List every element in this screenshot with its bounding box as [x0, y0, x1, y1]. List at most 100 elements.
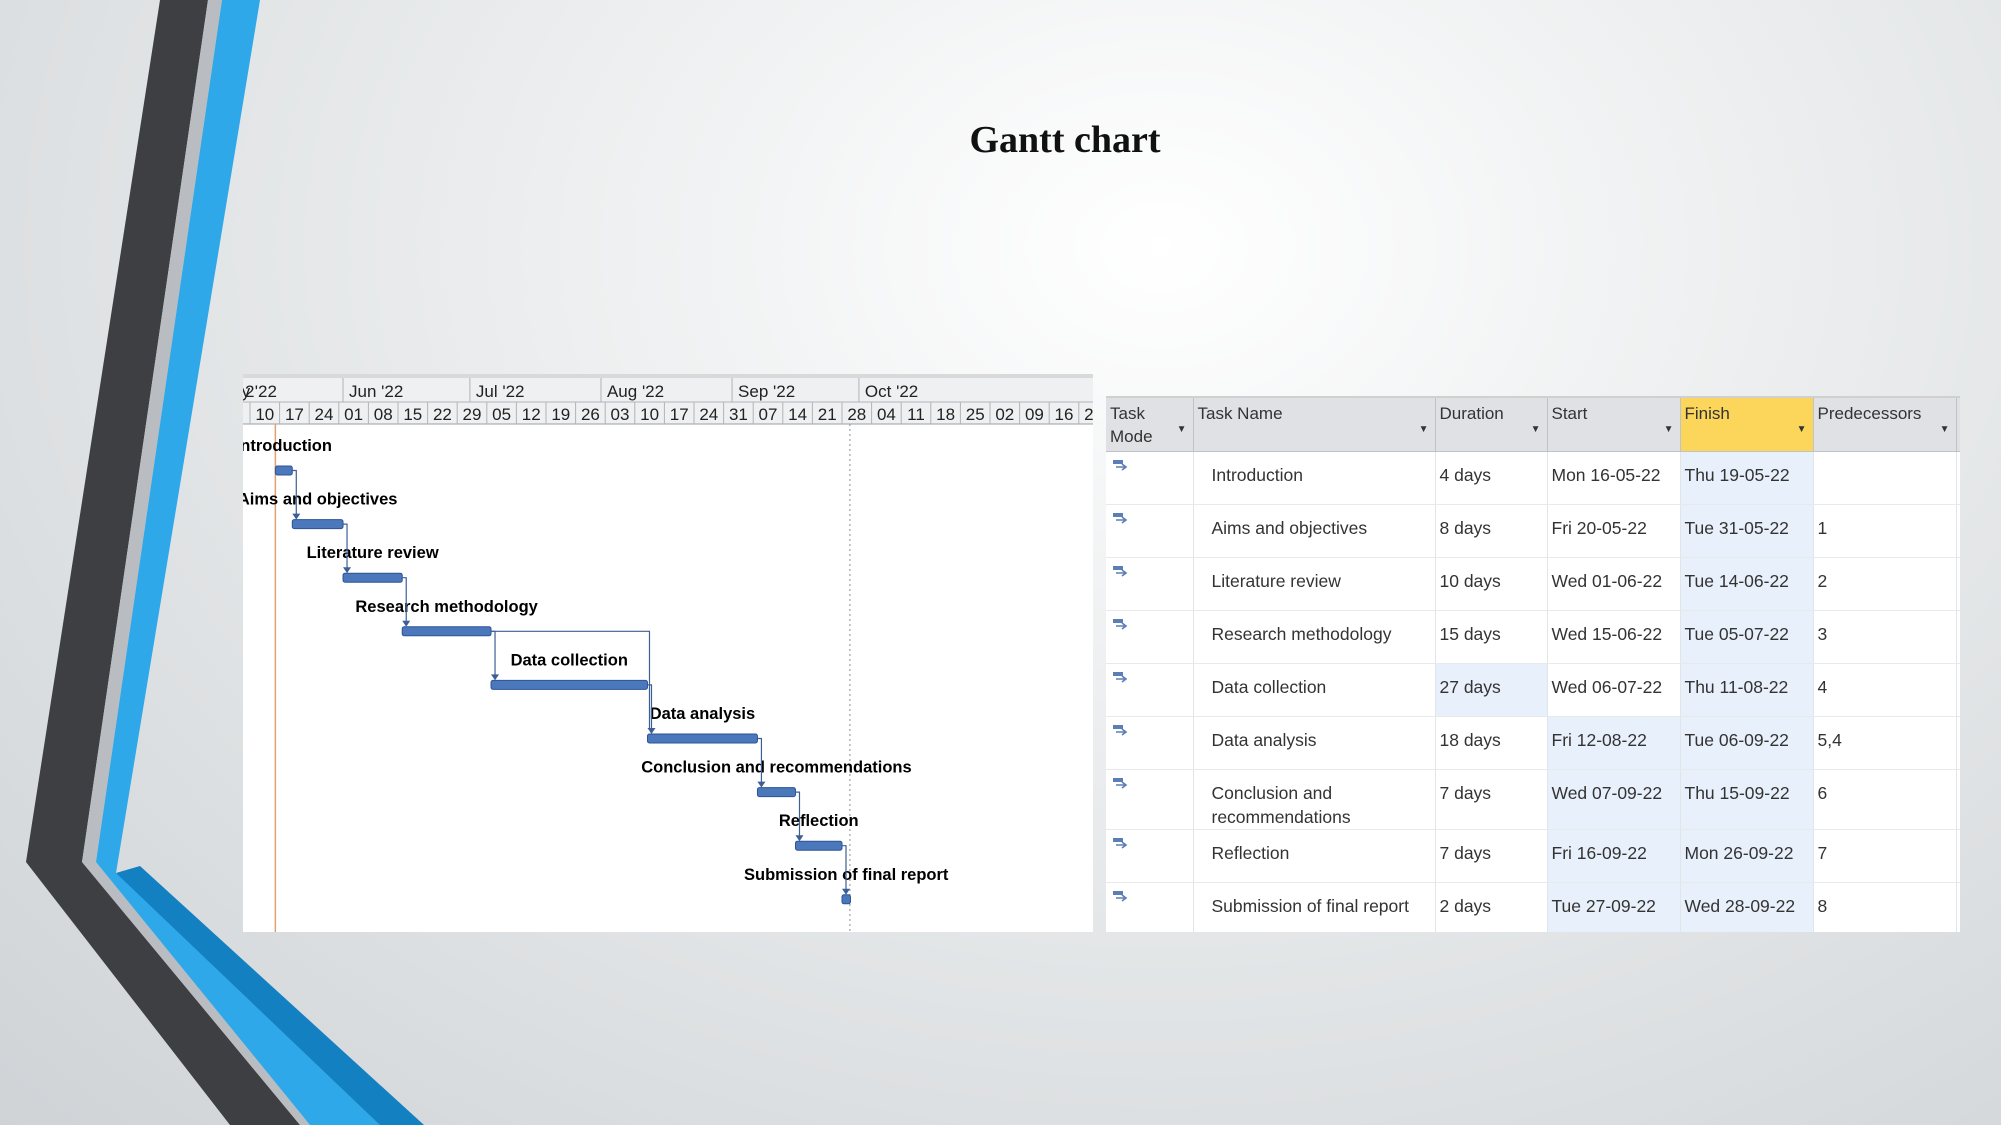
col-header-duration[interactable]: Duration ▼ [1435, 398, 1548, 452]
week-tick-label: 11 [907, 405, 925, 424]
task-name-cell[interactable]: Literature review [1193, 557, 1436, 611]
chevron-down-icon[interactable]: ▼ [1664, 418, 1674, 441]
duration-cell[interactable]: 7 days [1435, 769, 1548, 830]
task-mode-cell[interactable] [1106, 663, 1194, 717]
duration-cell[interactable]: 10 days [1435, 557, 1548, 611]
finish-cell[interactable]: Thu 19-05-22 [1680, 451, 1814, 505]
predecessors-cell[interactable]: 3 [1813, 610, 1957, 664]
start-cell[interactable]: Wed 06-07-22 [1547, 663, 1681, 717]
predecessors-cell[interactable]: 7 [1813, 829, 1957, 883]
task-name-cell[interactable]: Aims and objectives [1193, 504, 1436, 558]
task-label: Aims and objectives [243, 491, 397, 509]
predecessors-cell[interactable]: 6 [1813, 769, 1957, 830]
finish-cell[interactable]: Mon 26-09-22 [1680, 829, 1814, 883]
start-cell[interactable]: Wed 01-06-22 [1547, 557, 1681, 611]
task-name-cell[interactable]: Conclusion and recommendations [1193, 769, 1436, 830]
task-mode-cell[interactable] [1106, 451, 1194, 505]
chevron-down-icon[interactable]: ▼ [1940, 418, 1950, 441]
next-cell[interactable] [1956, 610, 1960, 664]
predecessors-cell[interactable]: 8 [1813, 882, 1957, 932]
predecessors-text: 2 [1817, 570, 1828, 591]
table-row[interactable]: Reflection 7 days Fri 16-09-22 Mon 26-09-22… [1106, 829, 1960, 883]
next-cell[interactable] [1956, 557, 1960, 611]
task-name-cell[interactable]: Data collection [1193, 663, 1436, 717]
col-header-next[interactable] [1956, 398, 1960, 452]
task-name-cell[interactable]: Submission of final report [1193, 882, 1436, 932]
task-name-cell[interactable]: Introduction [1193, 451, 1436, 505]
start-cell[interactable]: Wed 07-09-22 [1547, 769, 1681, 830]
task-mode-cell[interactable] [1106, 610, 1194, 664]
task-mode-cell[interactable] [1106, 504, 1194, 558]
table-row[interactable]: Conclusion and recommendations 7 days Wed … [1106, 769, 1960, 830]
finish-cell[interactable]: Thu 11-08-22 [1680, 663, 1814, 717]
finish-cell[interactable]: Tue 06-09-22 [1680, 716, 1814, 770]
task-label: Introduction [243, 437, 332, 455]
duration-cell[interactable]: 15 days [1435, 610, 1548, 664]
task-name-cell[interactable]: Research methodology [1193, 610, 1436, 664]
start-cell[interactable]: Fri 20-05-22 [1547, 504, 1681, 558]
week-tick-label: 22 [433, 405, 452, 424]
finish-cell[interactable]: Wed 28-09-22 [1680, 882, 1814, 932]
start-cell[interactable]: Mon 16-05-22 [1547, 451, 1681, 505]
chevron-down-icon[interactable]: ▼ [1419, 418, 1429, 441]
table-row[interactable]: Aims and objectives 8 days Fri 20-05-22 Tue… [1106, 504, 1960, 558]
start-cell[interactable]: Tue 27-09-22 [1547, 882, 1681, 932]
task-mode-cell[interactable] [1106, 882, 1194, 932]
predecessors-cell[interactable]: 4 [1813, 663, 1957, 717]
finish-cell[interactable]: Tue 05-07-22 [1680, 610, 1814, 664]
next-cell[interactable] [1956, 451, 1960, 505]
predecessors-cell[interactable] [1813, 451, 1957, 505]
predecessors-cell[interactable]: 2 [1813, 557, 1957, 611]
week-tick-label: 21 [818, 405, 837, 424]
chevron-down-icon[interactable]: ▼ [1177, 418, 1187, 441]
next-cell[interactable] [1956, 882, 1960, 932]
start-cell[interactable]: Wed 15-06-22 [1547, 610, 1681, 664]
predecessors-cell[interactable]: 5,4 [1813, 716, 1957, 770]
task-mode-cell[interactable] [1106, 716, 1194, 770]
finish-cell[interactable]: Thu 15-09-22 [1680, 769, 1814, 830]
gantt-bar [401, 626, 492, 637]
col-header-predecessors[interactable]: Predecessors ▼ [1813, 398, 1957, 452]
col-header-start[interactable]: Start ▼ [1547, 398, 1681, 452]
task-name-cell[interactable]: Reflection [1193, 829, 1436, 883]
next-cell[interactable] [1956, 504, 1960, 558]
table-row[interactable]: Literature review 10 days Wed 01-06-22 Tue … [1106, 557, 1960, 611]
next-cell[interactable] [1956, 716, 1960, 770]
next-cell[interactable] [1956, 829, 1960, 883]
predecessors-cell[interactable]: 1 [1813, 504, 1957, 558]
start-cell[interactable]: Fri 16-09-22 [1547, 829, 1681, 883]
finish-cell[interactable]: Tue 14-06-22 [1680, 557, 1814, 611]
table-row[interactable]: Research methodology 15 days Wed 15-06-22 T… [1106, 610, 1960, 664]
duration-cell[interactable]: 18 days [1435, 716, 1548, 770]
predecessors-text: 6 [1817, 782, 1828, 803]
header-label-mode-2: Mode [1110, 427, 1153, 446]
next-cell[interactable] [1956, 663, 1960, 717]
col-header-task-mode[interactable]: Task Mode ▼ [1106, 398, 1194, 452]
next-cell[interactable] [1956, 769, 1960, 830]
task-label: Research methodology [355, 598, 538, 616]
chevron-down-icon[interactable]: ▼ [1531, 418, 1541, 441]
task-mode-cell[interactable] [1106, 769, 1194, 830]
table-row[interactable]: Introduction 4 days Mon 16-05-22 Thu 19-05-… [1106, 451, 1960, 505]
table-row[interactable]: Data collection 27 days Wed 06-07-22 Thu 11… [1106, 663, 1960, 717]
finish-cell[interactable]: Tue 31-05-22 [1680, 504, 1814, 558]
task-mode-cell[interactable] [1106, 557, 1194, 611]
gantt-bar [342, 572, 403, 583]
col-header-finish[interactable]: Finish ▼ [1680, 398, 1814, 452]
task-name-cell[interactable]: Data analysis [1193, 716, 1436, 770]
duration-cell[interactable]: 4 days [1435, 451, 1548, 505]
week-tick-label: 24 [699, 405, 718, 424]
col-header-task-name[interactable]: Task Name ▼ [1193, 398, 1436, 452]
duration-text: 7 days [1439, 782, 1492, 803]
duration-cell[interactable]: 2 days [1435, 882, 1548, 932]
task-mode-cell[interactable] [1106, 829, 1194, 883]
table-row[interactable]: Data analysis 18 days Fri 12-08-22 Tue 06-0… [1106, 716, 1960, 770]
chevron-down-icon[interactable]: ▼ [1797, 418, 1807, 441]
duration-cell[interactable]: 7 days [1435, 829, 1548, 883]
table-row[interactable]: Submission of final report 2 days Tue 27-0… [1106, 882, 1960, 932]
duration-cell[interactable]: 27 days [1435, 663, 1548, 717]
dependency-arrow [842, 888, 850, 895]
duration-cell[interactable]: 8 days [1435, 504, 1548, 558]
auto-scheduled-task-icon [1113, 724, 1128, 736]
start-cell[interactable]: Fri 12-08-22 [1547, 716, 1681, 770]
